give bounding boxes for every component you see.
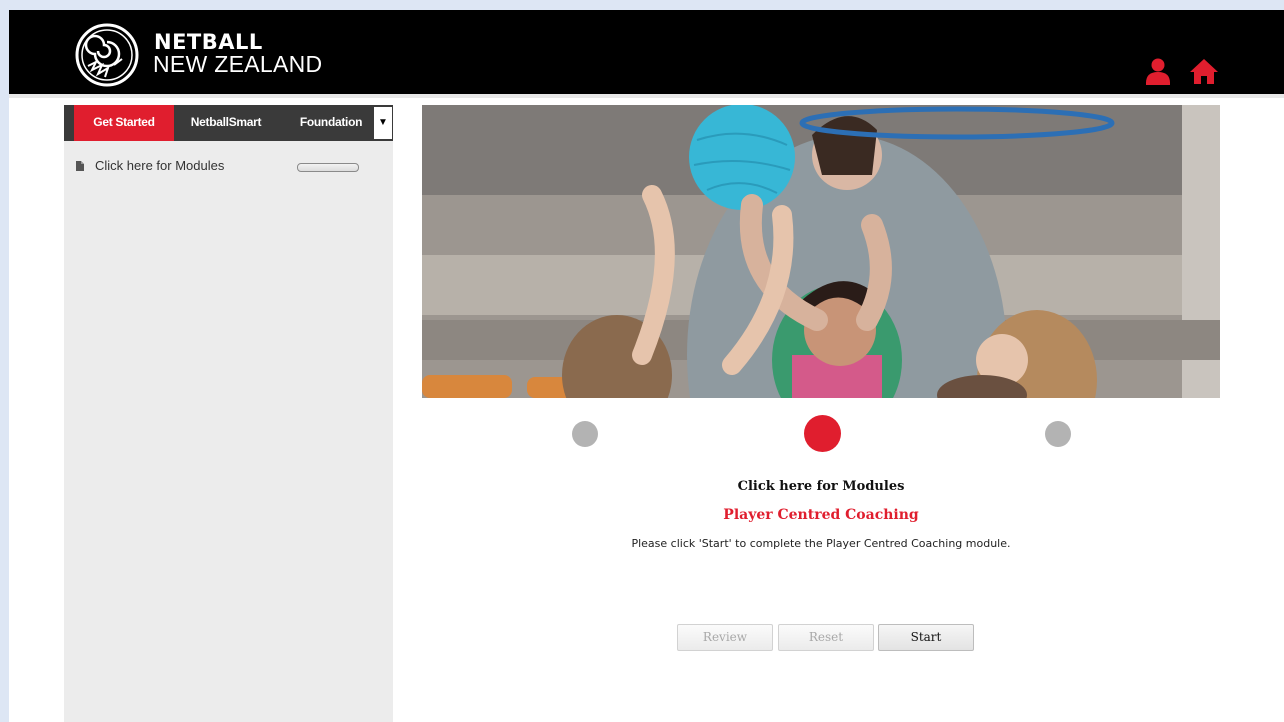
reset-button[interactable]: Reset (778, 624, 874, 651)
brand-subtitle: NEW ZEALAND (153, 51, 323, 77)
start-button[interactable]: Start (878, 624, 974, 651)
page: NETBALL NEW ZEALAND Get Started NetballS… (9, 10, 1284, 722)
tab-get-started[interactable]: Get Started (74, 105, 174, 141)
sidebar-tabs: Get Started NetballSmart Foundation ▼ (64, 105, 393, 141)
header: NETBALL NEW ZEALAND (9, 10, 1284, 98)
sidebar-item-modules[interactable]: Click here for Modules (76, 158, 376, 176)
user-icon[interactable] (1143, 56, 1173, 86)
module-subtitle: Player Centred Coaching (723, 507, 919, 523)
tabs-dropdown-toggle[interactable]: ▼ (374, 107, 392, 139)
coaching-photo (422, 105, 1220, 398)
carousel-dot-1[interactable] (572, 421, 598, 447)
module-title: Click here for Modules (737, 479, 905, 494)
module-description: Please click 'Start' to complete the Pla… (631, 537, 1011, 550)
sidebar-item-label: Click here for Modules (95, 158, 225, 173)
carousel-dot-2-active[interactable] (804, 415, 841, 452)
carousel-dot-3[interactable] (1045, 421, 1071, 447)
tab-foundation[interactable]: Foundation (288, 105, 374, 141)
sidebar: Get Started NetballSmart Foundation ▼ Cl… (64, 105, 393, 722)
netball-logo (75, 23, 139, 87)
home-icon[interactable] (1189, 56, 1219, 86)
document-icon (76, 161, 84, 171)
review-button[interactable]: Review (677, 624, 773, 651)
module-progress-bar (297, 163, 359, 172)
hero-image (422, 105, 1220, 398)
tab-netballsmart[interactable]: NetballSmart (176, 105, 276, 141)
